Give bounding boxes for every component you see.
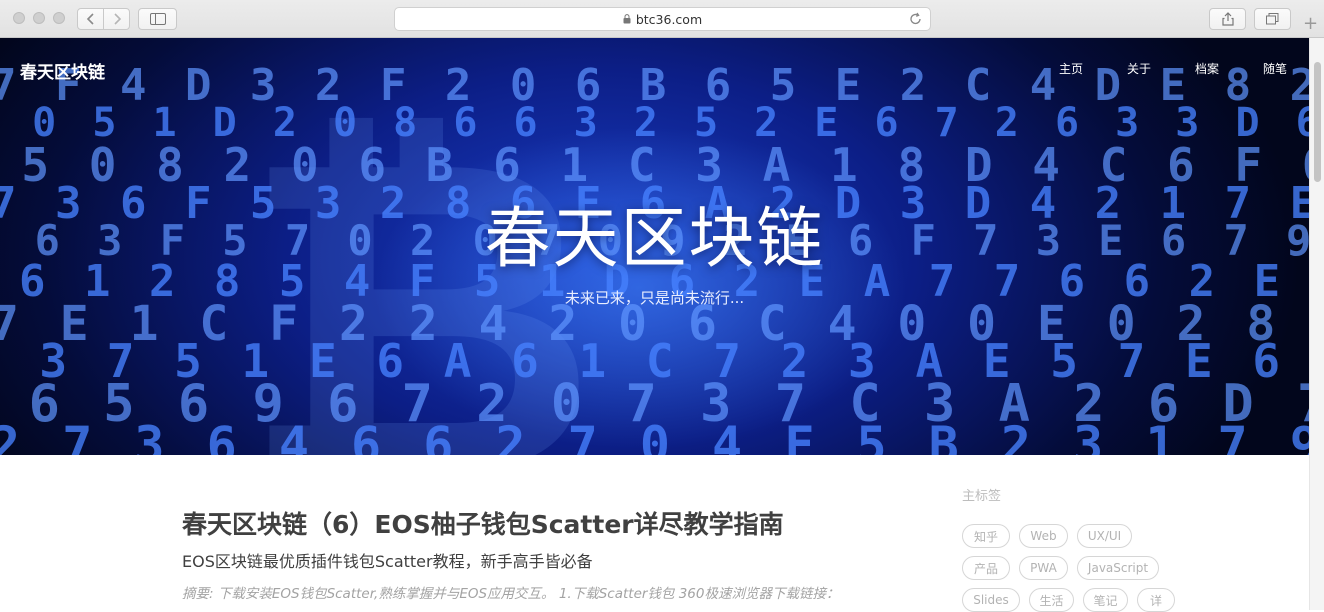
tag-web[interactable]: Web bbox=[1019, 524, 1068, 548]
tag-ux-ui[interactable]: UX/UI bbox=[1077, 524, 1132, 548]
tag-more[interactable]: 详 bbox=[1137, 588, 1175, 612]
share-button[interactable] bbox=[1209, 8, 1246, 30]
back-button[interactable] bbox=[77, 8, 104, 30]
tabs-overview-button[interactable] bbox=[1254, 8, 1291, 30]
forward-button[interactable] bbox=[103, 8, 130, 30]
lock-icon bbox=[623, 12, 631, 27]
tag-zhihu[interactable]: 知乎 bbox=[962, 524, 1010, 548]
chevron-right-icon bbox=[113, 13, 121, 25]
post-title-link[interactable]: 春天区块链（6）EOS柚子钱包Scatter详尽教学指南 bbox=[182, 505, 784, 541]
reload-icon[interactable] bbox=[909, 12, 922, 29]
page-scrollbar[interactable] bbox=[1309, 38, 1324, 610]
sidebar-title: 主标签 bbox=[962, 489, 1002, 504]
chevron-left-icon bbox=[86, 13, 94, 25]
scrollbar-thumb[interactable] bbox=[1314, 62, 1321, 182]
minimize-window-icon[interactable] bbox=[33, 12, 45, 24]
tag-life[interactable]: 生活 bbox=[1029, 588, 1074, 612]
browser-toolbar: btc36.com + bbox=[0, 0, 1324, 38]
sidebar-toggle-button[interactable] bbox=[138, 8, 177, 30]
tag-slides[interactable]: Slides bbox=[962, 588, 1020, 612]
sidebar-icon bbox=[149, 13, 166, 25]
site-brand[interactable]: 春天区块链 bbox=[20, 58, 105, 83]
site-navbar: 春天区块链 主页 关于 档案 随笔 bbox=[0, 38, 1309, 98]
tag-product[interactable]: 产品 bbox=[962, 556, 1010, 580]
tabs-icon bbox=[1266, 13, 1279, 25]
nav-notes[interactable]: 随笔 bbox=[1263, 60, 1287, 77]
tag-javascript[interactable]: JavaScript bbox=[1077, 556, 1159, 580]
address-bar[interactable]: btc36.com bbox=[394, 7, 931, 31]
new-tab-icon[interactable]: + bbox=[1297, 8, 1324, 38]
nav-links: 主页 关于 档案 随笔 bbox=[1015, 60, 1287, 77]
nav-about[interactable]: 关于 bbox=[1127, 60, 1151, 77]
tag-notes[interactable]: 笔记 bbox=[1083, 588, 1128, 612]
nav-home[interactable]: 主页 bbox=[1059, 60, 1083, 77]
zoom-window-icon[interactable] bbox=[53, 12, 65, 24]
tag-pwa[interactable]: PWA bbox=[1019, 556, 1068, 580]
hero-title: 春天区块链 bbox=[484, 200, 825, 277]
nav-archive[interactable]: 档案 bbox=[1195, 60, 1219, 77]
share-icon bbox=[1221, 12, 1234, 26]
close-window-icon[interactable] bbox=[13, 12, 25, 24]
url-text: btc36.com bbox=[635, 11, 703, 27]
post-subtitle[interactable]: EOS区块链最优质插件钱包Scatter教程，新手高手皆必备 bbox=[182, 548, 593, 572]
digit-row: 2 7 3 6 4 6 6 2 7 0 4 F 5 B 2 3 1 7 9 0 … bbox=[0, 416, 1309, 455]
post-excerpt: 摘要: 下载安装EOS钱包Scatter,熟练掌握并与EOS应用交互。 1.下载… bbox=[182, 586, 840, 602]
hero-subtitle: 未来已来，只是尚未流行... bbox=[564, 289, 745, 307]
